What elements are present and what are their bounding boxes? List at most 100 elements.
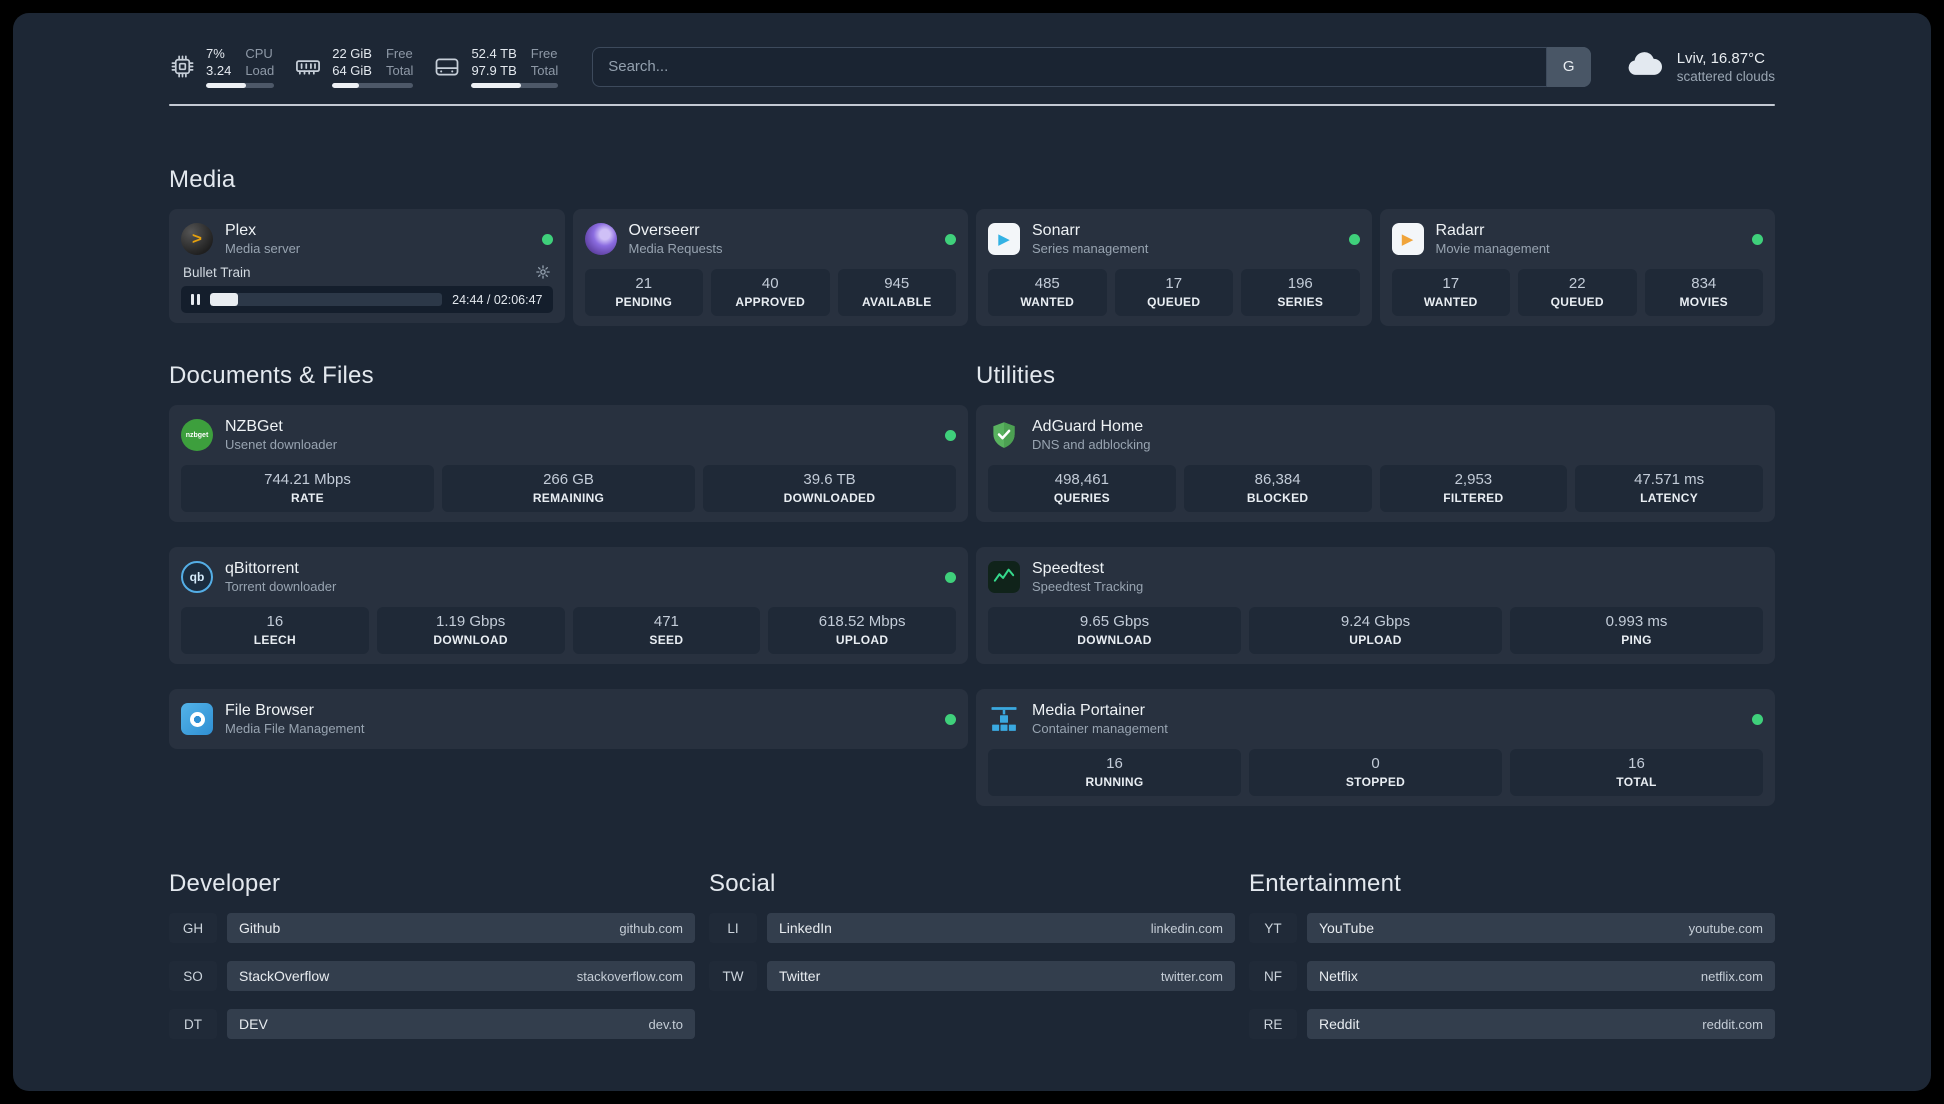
- disk-label-1: Free: [530, 46, 558, 61]
- bookmark-abbr[interactable]: YT: [1249, 913, 1297, 943]
- memory-total: 64 GiB: [332, 63, 372, 78]
- bookmark-name: Reddit: [1319, 1016, 1360, 1032]
- topbar-divider: [169, 104, 1775, 106]
- bookmark-link[interactable]: StackOverflow stackoverflow.com: [227, 961, 695, 991]
- bookmark-name: Netflix: [1319, 968, 1358, 984]
- bookmark-link[interactable]: Netflix netflix.com: [1307, 961, 1775, 991]
- stat-tile: 744.21 Mbps RATE: [181, 465, 434, 512]
- now-playing-title: Bullet Train: [183, 264, 251, 280]
- pause-button[interactable]: [191, 294, 200, 305]
- service-subtitle: DNS and adblocking: [1032, 437, 1151, 452]
- search-input[interactable]: [592, 46, 1591, 87]
- stat-tile: 47.571 ms LATENCY: [1575, 465, 1763, 512]
- memory-usage-bar: [332, 83, 414, 88]
- bookmark-name: Github: [239, 920, 281, 936]
- bookmark-url: youtube.com: [1688, 920, 1763, 936]
- stat-tile: 196 SERIES: [1241, 269, 1360, 316]
- section-media: Media > Plex Media server Bullet Train 2…: [169, 166, 1775, 326]
- stat-tile: 9.24 Gbps UPLOAD: [1249, 607, 1502, 654]
- stat-value: 498,461: [1054, 471, 1109, 488]
- service-link-overseerr[interactable]: Overseerr Media Requests: [584, 219, 956, 259]
- service-name: File Browser: [225, 702, 314, 719]
- gear-icon[interactable]: [535, 264, 551, 280]
- bookmark-abbr[interactable]: SO: [169, 961, 217, 991]
- bookmark-abbr[interactable]: GH: [169, 913, 217, 943]
- cpu-usage-bar: [206, 83, 275, 88]
- stat-tile: 40 APPROVED: [711, 269, 830, 316]
- bookmark-link[interactable]: YouTube youtube.com: [1307, 913, 1775, 943]
- sonarr-icon: ▶: [988, 223, 1020, 255]
- bookmark-link[interactable]: LinkedIn linkedin.com: [767, 913, 1235, 943]
- stat-value: 17: [1165, 275, 1183, 292]
- bookmark-link[interactable]: Github github.com: [227, 913, 695, 943]
- bookmark-link[interactable]: DEV dev.to: [227, 1009, 695, 1039]
- bookmark-reddit: RE Reddit reddit.com: [1249, 1009, 1775, 1039]
- service-card-overseerr: Overseerr Media Requests 21 PENDING 40 A…: [572, 209, 968, 326]
- memory-free: 22 GiB: [332, 46, 372, 61]
- cpu-usage-fill: [206, 83, 246, 88]
- disk-label-2: Total: [530, 63, 559, 78]
- plex-icon: >: [181, 223, 213, 255]
- cpu-label-1: CPU: [245, 46, 273, 61]
- playback-bar: 24:44 / 02:06:47: [181, 286, 553, 313]
- stat-value: 0: [1371, 755, 1380, 772]
- service-card-adguard: AdGuard Home DNS and adblocking 498,461 …: [976, 405, 1775, 522]
- stat-value: 1.19 Gbps: [436, 613, 506, 630]
- stat-label: STOPPED: [1345, 775, 1406, 789]
- stat-tile: 17 WANTED: [1391, 269, 1510, 316]
- service-link-qbittorrent[interactable]: qb qBittorrent Torrent downloader: [181, 557, 956, 597]
- stat-tile: 945 AVAILABLE: [837, 269, 956, 316]
- service-link-plex[interactable]: > Plex Media server: [181, 219, 553, 259]
- stat-label: LEECH: [253, 633, 296, 647]
- bookmark-abbr[interactable]: RE: [1249, 1009, 1297, 1039]
- service-link-sonarr[interactable]: ▶ Sonarr Series management: [988, 219, 1360, 259]
- weather-widget[interactable]: Lviv, 16.87°C scattered clouds: [1625, 49, 1775, 85]
- service-link-adguard[interactable]: AdGuard Home DNS and adblocking: [988, 415, 1763, 455]
- service-link-radarr[interactable]: ▶ Radarr Movie management: [1391, 219, 1763, 259]
- stat-value: 9.65 Gbps: [1079, 613, 1150, 630]
- search-provider-button[interactable]: G: [1545, 46, 1591, 87]
- bookmark-abbr[interactable]: NF: [1249, 961, 1297, 991]
- stat-label: WANTED: [1423, 295, 1478, 309]
- status-indicator: [945, 429, 956, 441]
- service-link-filebrowser[interactable]: File Browser Media File Management: [181, 699, 956, 739]
- bookmark-link[interactable]: Reddit reddit.com: [1307, 1009, 1775, 1039]
- bookmark-abbr[interactable]: DT: [169, 1009, 217, 1039]
- section-middle: Documents & Files nzbget NZBGet Usenet d…: [169, 362, 1775, 806]
- disk-widget: 52.4 TB 97.9 TB Free Total: [433, 45, 559, 88]
- playback-progress-fill: [210, 293, 238, 306]
- service-link-speedtest[interactable]: Speedtest Speedtest Tracking: [988, 557, 1763, 597]
- cpu-widget: 7% 3.24 CPU Load: [169, 45, 275, 88]
- stat-label: APPROVED: [735, 295, 806, 309]
- dashboard: 7% 3.24 CPU Load 22 GiB 64 GiB Free Tota…: [13, 13, 1931, 1091]
- service-link-nzbget[interactable]: nzbget NZBGet Usenet downloader: [181, 415, 956, 455]
- section-title-entertainment: Entertainment: [1249, 870, 1402, 897]
- stat-tile: 22 QUEUED: [1518, 269, 1637, 316]
- section-title-social: Social: [709, 870, 776, 897]
- disk-free: 52.4 TB: [471, 46, 517, 61]
- service-link-portainer[interactable]: Media Portainer Container management: [988, 699, 1763, 739]
- service-subtitle: Media server: [225, 241, 301, 256]
- stat-tile: 2,953 FILTERED: [1379, 465, 1568, 512]
- stat-tile: 266 GB REMAINING: [442, 465, 695, 512]
- disk-usage-fill: [471, 83, 521, 88]
- cpu-load: 3.24: [206, 63, 232, 78]
- qbittorrent-icon: qb: [181, 561, 213, 593]
- memory-widget: 22 GiB 64 GiB Free Total: [294, 45, 414, 88]
- service-name: Plex: [225, 222, 257, 239]
- stat-tile: 17 QUEUED: [1114, 269, 1233, 316]
- playback-progress-track[interactable]: [210, 293, 443, 306]
- bookmark-abbr[interactable]: LI: [709, 913, 757, 943]
- stat-label: QUEUED: [1550, 295, 1604, 309]
- service-name: NZBGet: [225, 418, 283, 435]
- service-name: Media Portainer: [1032, 702, 1145, 719]
- stat-value: 834: [1691, 275, 1717, 292]
- bookmark-abbr[interactable]: TW: [709, 961, 757, 991]
- memory-label-1: Free: [385, 46, 413, 61]
- service-subtitle: Media Requests: [628, 241, 723, 256]
- bookmark-link[interactable]: Twitter twitter.com: [767, 961, 1235, 991]
- bookmark-name: DEV: [239, 1016, 268, 1032]
- stat-tile: 834 MOVIES: [1644, 269, 1763, 316]
- stat-value: 16: [1628, 755, 1645, 772]
- bookmark-github: GH Github github.com: [169, 913, 695, 943]
